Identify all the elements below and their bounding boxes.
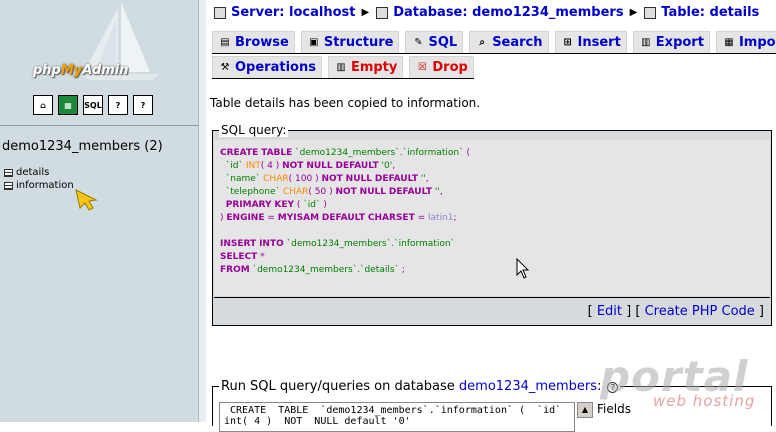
pointer-highlight-icon: [75, 189, 98, 211]
edit-link[interactable]: Edit: [597, 304, 622, 319]
sql-line: [220, 225, 764, 238]
sql-icon: ✎: [414, 37, 423, 48]
run-sql-legend: Run SQL query/queries on database demo12…: [219, 379, 621, 394]
sql-line: SELECT *: [220, 252, 265, 262]
main-content: Server: localhost ▶ Database: demo1234_m…: [206, 0, 776, 432]
scroll-up-button[interactable]: ▲: [577, 402, 593, 418]
database-title[interactable]: demo1234_members (2): [2, 139, 163, 154]
tab-structure[interactable]: ▣ Structure: [300, 31, 400, 53]
tab-import[interactable]: ▦Import: [715, 31, 776, 53]
sql-line: PRIMARY KEY ( `id` ): [225, 200, 327, 210]
status-message: Table details has been copied to informa…: [210, 96, 481, 110]
sql-query-fieldset: SQL query: CREATE TABLE `demo1234_member…: [212, 123, 772, 326]
sql-query-actions: [ Edit ] [ Create PHP Code ]: [214, 297, 770, 325]
table-list-item[interactable]: details: [4, 166, 74, 179]
docs-icon[interactable]: ?: [133, 95, 153, 115]
table-name[interactable]: details: [16, 167, 49, 178]
import-icon: ▦: [724, 37, 734, 48]
sql-line: ) ENGINE = MYISAM DEFAULT CHARSET = lati…: [220, 213, 457, 223]
left-navigation-panel: phpMyAdmin ⌂ ▦ SQL ? ? demo1234_members …: [0, 0, 199, 422]
fields-label: Fields: [597, 402, 631, 416]
browse-icon: ▤: [220, 37, 230, 48]
breadcrumb-table[interactable]: Table: details: [644, 5, 759, 20]
table-icon: [4, 181, 13, 190]
sql-query-legend: SQL query:: [219, 123, 289, 137]
sql-line: `name` CHAR( 100 ) NOT NULL DEFAULT '',: [225, 174, 429, 184]
breadcrumb: Server: localhost ▶ Database: demo1234_m…: [214, 5, 759, 20]
database-icon: [376, 6, 389, 19]
nav-icon-bar: ⌂ ▦ SQL ? ?: [33, 95, 153, 115]
tab-sql[interactable]: ✎ SQL: [405, 31, 464, 53]
database-link[interactable]: demo1234_members: [459, 379, 597, 394]
sql-line: `telephone` CHAR( 50 ) NOT NULL DEFAULT …: [225, 187, 443, 197]
mouse-cursor-icon: [516, 258, 530, 279]
sql-line: FROM `demo1234_members`.`details` ;: [220, 265, 405, 275]
tab-bar-primary: ▤ Browse ▣ Structure ✎ SQL ⌕ Search ⊞ Insert …: [212, 31, 776, 54]
table-name[interactable]: information: [16, 180, 74, 191]
nav-divider: [0, 125, 199, 126]
help-icon[interactable]: ?: [607, 382, 619, 393]
sql-line: INSERT INTO `demo1234_members`.`informat…: [220, 239, 456, 249]
tab-browse[interactable]: ▤ Browse: [212, 31, 295, 53]
sql-line: CREATE TABLE `demo1234_members`.`informa…: [220, 148, 470, 158]
tab-bar-secondary: ⚒ Operations ▥ Empty ☒ Drop: [212, 56, 474, 79]
table-icon: [644, 6, 657, 19]
run-sql-fieldset: Run SQL query/queries on database demo12…: [212, 379, 772, 432]
table-icon: [4, 168, 13, 177]
breadcrumb-separator-icon: ▶: [629, 7, 638, 18]
create-php-code-link[interactable]: Create PHP Code: [645, 304, 755, 319]
drop-icon: ☒: [417, 62, 427, 73]
tab-empty[interactable]: ▥ Empty: [327, 56, 404, 78]
table-list-item[interactable]: information: [4, 179, 74, 192]
breadcrumb-separator-icon: ▶: [361, 7, 370, 18]
help-icon[interactable]: ?: [108, 95, 128, 115]
tab-operations[interactable]: ⚒ Operations: [212, 56, 322, 78]
frame-divider[interactable]: [199, 0, 206, 422]
export-icon: ▥: [641, 37, 651, 48]
tab-export[interactable]: ▥ Export: [632, 31, 710, 53]
table-list: details information: [4, 166, 74, 192]
tab-insert[interactable]: ⊞ Insert: [554, 31, 627, 53]
breadcrumb-database[interactable]: Database: demo1234_members: [376, 5, 624, 20]
query-window-icon[interactable]: ▦: [58, 95, 78, 115]
sql-icon[interactable]: SQL: [83, 95, 103, 115]
empty-icon: ▥: [336, 62, 346, 73]
search-icon: ⌕: [479, 37, 485, 48]
sql-line: `id` INT( 4 ) NOT NULL DEFAULT '0',: [225, 161, 396, 171]
insert-icon: ⊞: [563, 37, 572, 48]
sql-query-code: CREATE TABLE `demo1234_members`.`informa…: [214, 140, 770, 296]
phpmyadmin-logo[interactable]: phpMyAdmin: [0, 0, 199, 88]
breadcrumb-server[interactable]: Server: localhost: [214, 5, 355, 20]
sql-query-textarea[interactable]: CREATE TABLE `demo1234_members`.`informa…: [219, 402, 575, 432]
logo-wordmark: phpMyAdmin: [33, 63, 129, 78]
tab-drop[interactable]: ☒ Drop: [409, 56, 474, 78]
wrench-icon: ⚒: [220, 62, 230, 73]
server-icon: [214, 6, 226, 19]
tab-search[interactable]: ⌕ Search: [469, 31, 549, 53]
home-icon[interactable]: ⌂: [33, 95, 53, 115]
structure-icon: ▣: [309, 37, 319, 48]
